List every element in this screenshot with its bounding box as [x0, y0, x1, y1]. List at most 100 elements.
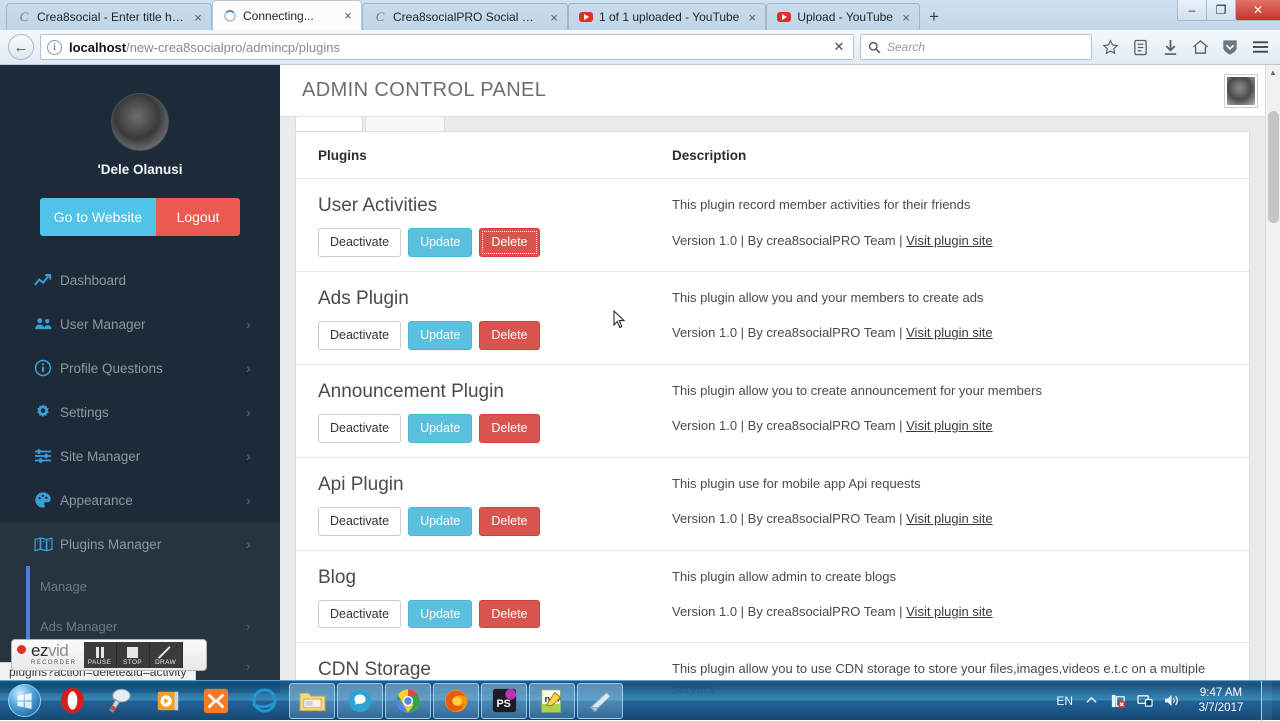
table-row: User Activities Deactivate Update Delete…	[296, 179, 1249, 272]
delete-button[interactable]: Delete	[479, 507, 539, 536]
browser-tab-2[interactable]: C Crea8socialPRO Social Network... ×	[362, 3, 568, 30]
xampp-icon[interactable]	[193, 683, 239, 719]
update-button[interactable]: Update	[408, 321, 472, 350]
plugin-description: This plugin allow admin to create blogs	[672, 567, 1231, 587]
draw-button[interactable]: DRAW	[150, 642, 183, 668]
update-button[interactable]: Update	[408, 600, 472, 629]
ezvid-subtitle: RECORDER	[31, 660, 77, 666]
sidebar-item-profile-questions[interactable]: Profile Questions ›	[0, 346, 280, 390]
delete-button[interactable]: Delete	[479, 228, 539, 257]
draw-pen-icon	[159, 645, 172, 659]
sidebar-item-user-manager[interactable]: User Manager ›	[0, 302, 280, 346]
sidebar-item-plugins-manager[interactable]: Plugins Manager ›	[0, 522, 280, 566]
profile-name: 'Dele Olanusi	[0, 162, 280, 177]
download-icon[interactable]	[1158, 39, 1182, 56]
file-explorer-icon[interactable]	[289, 683, 335, 719]
delete-button[interactable]: Delete	[479, 600, 539, 629]
plugin-name: Api Plugin	[318, 474, 672, 496]
deactivate-button[interactable]: Deactivate	[318, 228, 401, 257]
back-button[interactable]: ←	[8, 34, 34, 60]
visit-plugin-site-link[interactable]: Visit plugin site	[906, 604, 992, 619]
scrollbar-thumb[interactable]	[1268, 111, 1279, 223]
browser-tab-4[interactable]: Upload - YouTube ×	[766, 3, 920, 30]
start-orb-icon[interactable]	[0, 682, 48, 720]
recording-indicator-icon	[17, 645, 26, 654]
sidebar-item-site-manager[interactable]: Site Manager ›	[0, 434, 280, 478]
panel-tab-2[interactable]	[365, 117, 445, 131]
visit-plugin-site-link[interactable]: Visit plugin site	[906, 233, 992, 248]
tab-close-button[interactable]: ×	[899, 11, 913, 24]
sidebar-item-settings[interactable]: Settings ›	[0, 390, 280, 434]
minimize-button[interactable]: –	[1177, 0, 1206, 21]
visit-plugin-site-link[interactable]: Visit plugin site	[906, 418, 992, 433]
library-icon[interactable]	[1128, 39, 1152, 56]
table-header-row: Plugins Description	[296, 132, 1249, 179]
home-icon[interactable]	[1188, 39, 1212, 55]
browser-tab-1[interactable]: Connecting... ×	[212, 0, 362, 30]
update-button[interactable]: Update	[408, 228, 472, 257]
panel-tab-1[interactable]	[295, 117, 363, 131]
phpstorm-icon[interactable]: PS	[481, 683, 527, 719]
browser-tab-strip: C Crea8social - Enter title here × Conne…	[0, 0, 1280, 30]
clear-url-button[interactable]: ✕	[831, 39, 847, 55]
show-hidden-icons[interactable]	[1082, 696, 1100, 705]
chrome-icon[interactable]	[385, 683, 431, 719]
close-window-button[interactable]: ✕	[1235, 0, 1280, 21]
notepadpp-icon[interactable]: n++	[529, 683, 575, 719]
clock[interactable]: 9:47 AM 3/7/2017	[1190, 686, 1252, 716]
plugin-version-author: Version 1.0 | By crea8socialPRO Team |	[672, 325, 906, 340]
table-row: Blog Deactivate Update Delete This plugi…	[296, 551, 1249, 644]
tab-close-button[interactable]: ×	[547, 11, 561, 24]
go-to-website-button[interactable]: Go to Website	[40, 198, 156, 236]
page-info-icon[interactable]: i	[47, 40, 62, 55]
delete-button[interactable]: Delete	[479, 321, 539, 350]
stop-button[interactable]: STOP	[117, 642, 150, 668]
sidebar-item-dashboard[interactable]: Dashboard	[0, 258, 280, 302]
search-input[interactable]: Search	[887, 40, 925, 54]
media-player-icon[interactable]	[145, 683, 191, 719]
deactivate-button[interactable]: Deactivate	[318, 414, 401, 443]
volume-icon[interactable]	[1163, 693, 1181, 708]
tab-close-button[interactable]: ×	[341, 9, 355, 22]
network-icon[interactable]	[1136, 693, 1154, 708]
address-bar[interactable]: i localhost/new-crea8socialpro/admincp/p…	[40, 34, 854, 60]
column-header-description: Description	[672, 132, 1249, 178]
deactivate-button[interactable]: Deactivate	[318, 321, 401, 350]
update-button[interactable]: Update	[408, 414, 472, 443]
sidebar-item-appearance[interactable]: Appearance ›	[0, 478, 280, 522]
bookmark-star-icon[interactable]	[1098, 39, 1122, 56]
delete-button[interactable]: Delete	[479, 414, 539, 443]
show-desktop-button[interactable]	[1261, 681, 1272, 721]
plugin-cell: Api Plugin Deactivate Update Delete	[296, 458, 672, 550]
language-indicator[interactable]: EN	[1056, 694, 1073, 708]
pocket-shield-icon[interactable]	[1218, 39, 1242, 56]
scroll-up-button[interactable]: ▲	[1266, 65, 1280, 80]
action-center-icon[interactable]	[1109, 693, 1127, 709]
ezvid-recorder-widget[interactable]: ezvid RECORDER PAUSE STOP DRAW	[11, 639, 207, 671]
deactivate-button[interactable]: Deactivate	[318, 507, 401, 536]
search-bar[interactable]: Search	[860, 34, 1092, 60]
maximize-button[interactable]: ❐	[1206, 0, 1235, 21]
tab-close-button[interactable]: ×	[745, 11, 759, 24]
page-scrollbar[interactable]: ▲	[1265, 65, 1280, 693]
avatar[interactable]	[111, 93, 169, 151]
browser-tab-3[interactable]: 1 of 1 uploaded - YouTube ×	[568, 3, 766, 30]
new-tab-button[interactable]: +	[920, 4, 948, 30]
hamburger-menu-icon[interactable]	[1248, 40, 1272, 54]
chat-app-icon[interactable]	[337, 683, 383, 719]
opera-icon[interactable]	[49, 683, 95, 719]
paint-tool-icon[interactable]	[97, 683, 143, 719]
avatar[interactable]	[1224, 74, 1258, 108]
pause-button[interactable]: PAUSE	[84, 642, 117, 668]
internet-explorer-icon[interactable]	[241, 683, 287, 719]
deactivate-button[interactable]: Deactivate	[318, 600, 401, 629]
tab-close-button[interactable]: ×	[191, 11, 205, 24]
visit-plugin-site-link[interactable]: Visit plugin site	[906, 325, 992, 340]
firefox-icon[interactable]	[433, 683, 479, 719]
logout-button[interactable]: Logout	[156, 198, 240, 236]
sidebar-subitem-manage[interactable]: Manage	[0, 566, 280, 606]
sticky-notes-icon[interactable]	[577, 683, 623, 719]
visit-plugin-site-link[interactable]: Visit plugin site	[906, 511, 992, 526]
update-button[interactable]: Update	[408, 507, 472, 536]
browser-tab-0[interactable]: C Crea8social - Enter title here ×	[6, 3, 212, 30]
